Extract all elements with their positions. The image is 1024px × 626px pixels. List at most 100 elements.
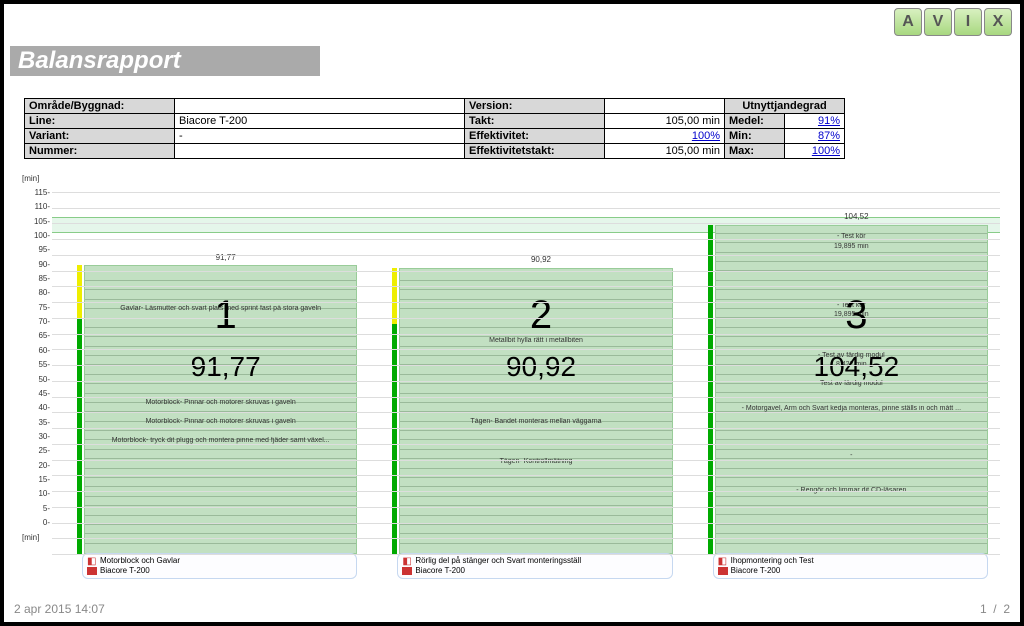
variant-label: Variant: — [25, 129, 175, 144]
footer-timestamp: 2 apr 2015 14:07 — [14, 602, 105, 616]
report-footer: 2 apr 2015 14:07 1 / 2 — [14, 602, 1010, 616]
min-value[interactable]: 87% — [785, 129, 845, 144]
bar-value-label: 104,52 — [713, 212, 1000, 221]
task-label: 19,895 min — [720, 243, 983, 250]
plot-area: Gavlar- Låsmutter och svart plats med sp… — [52, 192, 1000, 554]
nummer-label: Nummer: — [25, 144, 175, 159]
nummer-value — [175, 144, 465, 159]
station-icon — [402, 557, 412, 565]
green-side-bar — [392, 324, 397, 554]
y-tick: 85- — [38, 274, 50, 283]
task-label: - Test av färdig modul — [720, 352, 983, 359]
y-tick: 105- — [34, 217, 50, 226]
task-label: Motorblock- Pinnar och motorer skruvas i… — [89, 418, 352, 425]
pdf-icon — [402, 567, 412, 575]
axis-unit-bottom: [min] — [22, 533, 39, 542]
yellow-side-bar — [77, 265, 82, 318]
y-tick: 10- — [38, 489, 50, 498]
y-tick: 0- — [43, 518, 50, 527]
station-bar[interactable]: Gavlar- Låsmutter och svart plats med sp… — [84, 265, 357, 554]
y-tick: 50- — [38, 375, 50, 384]
variant-value: - — [175, 129, 465, 144]
report-title: Balansrapport — [10, 46, 320, 76]
pdf-icon — [718, 567, 728, 575]
line-value: Biacore T-200 — [175, 114, 465, 129]
y-tick: 30- — [38, 432, 50, 441]
max-value[interactable]: 100% — [785, 144, 845, 159]
medel-value[interactable]: 91% — [785, 114, 845, 129]
efftakt-value: 105,00 min — [605, 144, 725, 159]
logo-i-button[interactable]: I — [954, 8, 982, 36]
green-side-bar — [708, 225, 713, 554]
y-tick: 90- — [38, 260, 50, 269]
y-tick: 40- — [38, 403, 50, 412]
logo-v-button[interactable]: V — [924, 8, 952, 36]
y-tick: 45- — [38, 389, 50, 398]
station-1: Gavlar- Låsmutter och svart plats med sp… — [82, 192, 369, 554]
y-axis: [min] [min] 0-5-10-15-20-25-30-35-40-45-… — [24, 184, 52, 554]
eff-label: Effektivitet: — [465, 129, 605, 144]
y-tick: 20- — [38, 461, 50, 470]
page-sep: / — [993, 602, 996, 616]
efftakt-label: Effektivitetstakt: — [465, 144, 605, 159]
legend-bottom-text: Biacore T-200 — [415, 566, 465, 576]
page-total: 2 — [1003, 602, 1010, 616]
min-label: Min: — [725, 129, 785, 144]
task-label: - — [720, 452, 983, 459]
bar-value-label: 91,77 — [82, 253, 369, 262]
report-header-table: Område/Byggnad: Version: Utnyttjandegrad… — [24, 98, 845, 159]
y-tick: 115- — [35, 188, 50, 197]
y-tick: 55- — [38, 360, 50, 369]
version-value — [605, 99, 725, 114]
legend-top-text: Rörlig del på stänger och Svart monterin… — [415, 556, 581, 566]
y-tick: 110- — [35, 202, 50, 211]
app-logo-buttons: A V I X — [894, 8, 1012, 36]
task-label: Motorblock- Pinnar och motorer skruvas i… — [89, 399, 352, 406]
y-tick: 100- — [34, 231, 50, 240]
pdf-icon — [87, 567, 97, 575]
medel-label: Medel: — [725, 114, 785, 129]
y-tick: 5- — [43, 504, 50, 513]
y-tick: 35- — [38, 418, 50, 427]
task-label: - Motorgavel, Arm och Svart kedja monter… — [720, 405, 983, 412]
omrade-value — [175, 99, 465, 114]
task-label: Gavlar- Låsmutter och svart plats med sp… — [89, 305, 352, 312]
logo-a-button[interactable]: A — [894, 8, 922, 36]
max-label: Max: — [725, 144, 785, 159]
station-bar[interactable]: Metallbit hylla rätt i metallbiten Tågen-… — [399, 268, 672, 554]
y-tick: 25- — [38, 446, 50, 455]
version-label: Version: — [465, 99, 605, 114]
legend-bottom-text: Biacore T-200 — [100, 566, 150, 576]
omrade-label: Område/Byggnad: — [25, 99, 175, 114]
legend-top-text: Ihopmontering och Test — [731, 556, 814, 566]
eff-value[interactable]: 100% — [605, 129, 725, 144]
takt-label: Takt: — [465, 114, 605, 129]
y-tick: 95- — [38, 245, 50, 254]
y-tick: 15- — [38, 475, 50, 484]
util-label: Utnyttjandegrad — [725, 99, 845, 114]
task-label: Tågen- Bandet monteras mellan väggarna — [404, 418, 667, 425]
takt-value: 105,00 min — [605, 114, 725, 129]
balance-chart: [min] [min] 0-5-10-15-20-25-30-35-40-45-… — [24, 184, 1000, 574]
station-icon — [718, 557, 728, 565]
y-tick: 65- — [38, 331, 50, 340]
logo-x-button[interactable]: X — [984, 8, 1012, 36]
y-tick: 70- — [38, 317, 50, 326]
task-label: Metallbit hylla rätt i metallbiten — [404, 337, 667, 344]
station-legend: Rörlig del på stänger och Svart monterin… — [397, 553, 672, 579]
y-tick: 60- — [38, 346, 50, 355]
y-tick: 80- — [38, 288, 50, 297]
station-legend: Ihopmontering och TestBiacore T-200 — [713, 553, 988, 579]
page-current: 1 — [980, 602, 987, 616]
station-icon — [87, 557, 97, 565]
footer-pagination: 1 / 2 — [980, 602, 1010, 616]
yellow-side-bar — [392, 268, 397, 324]
station-legend: Motorblock och GavlarBiacore T-200 — [82, 553, 357, 579]
y-tick: 75- — [38, 303, 50, 312]
task-label: Motorblock- tryck dit plugg och montera … — [89, 437, 352, 444]
legend-top-text: Motorblock och Gavlar — [100, 556, 180, 566]
station-bar[interactable]: - Test kör19,895 min- Test kör19,895 min… — [715, 225, 988, 554]
station-2: Metallbit hylla rätt i metallbiten Tågen-… — [397, 192, 684, 554]
legend-bottom-text: Biacore T-200 — [731, 566, 781, 576]
bar-value-label: 90,92 — [397, 255, 684, 264]
